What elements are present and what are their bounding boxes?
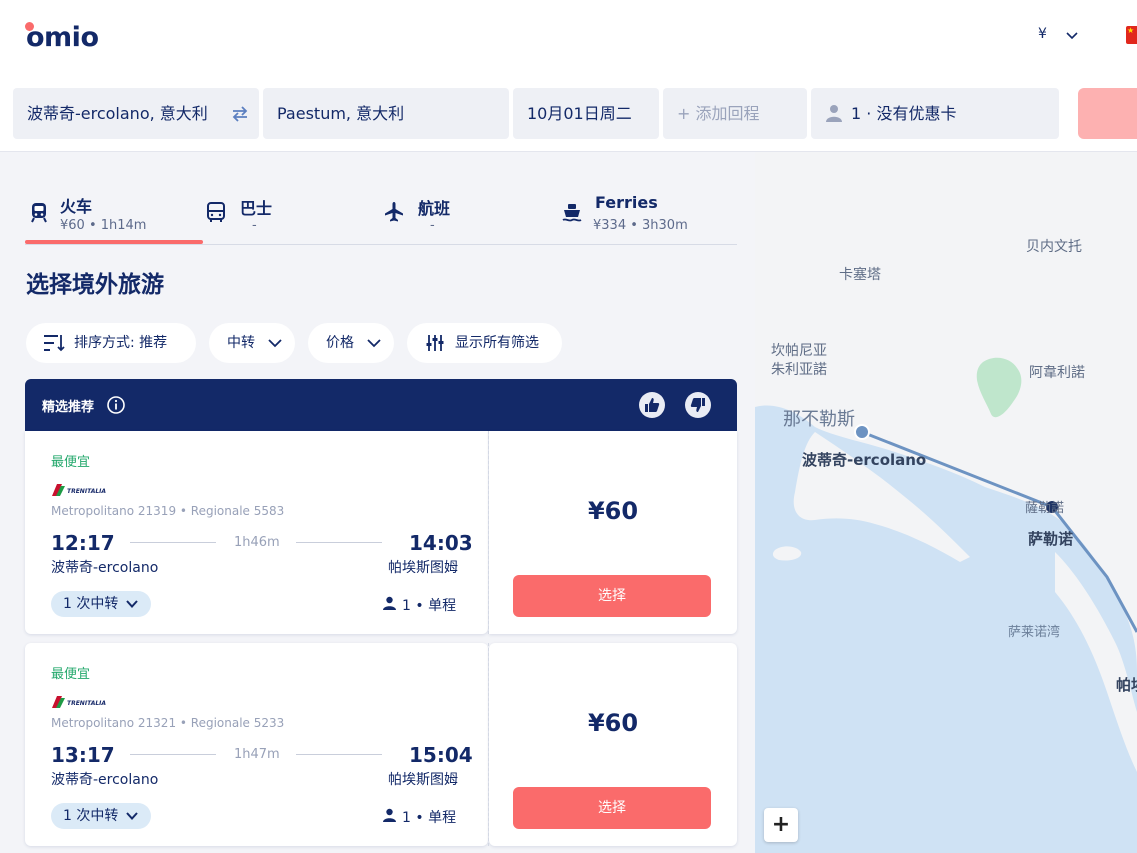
top-header: omio ¥: [0, 0, 1137, 76]
map-label-salerno: 萨勒诺: [1028, 530, 1074, 548]
cheapest-badge: 最便宜: [51, 667, 91, 682]
card-divider: [488, 643, 489, 846]
cheapest-badge: 最便宜: [51, 455, 91, 470]
arrival-station: 帕埃斯图姆: [388, 772, 458, 788]
chevron-down-icon: [268, 339, 282, 348]
service-numbers: Metropolitano 21319 • Regionale 5583: [51, 504, 285, 518]
search-button[interactable]: [1078, 88, 1137, 139]
thumbs-down-button[interactable]: [685, 392, 711, 418]
map-canvas: [755, 357, 1137, 853]
map-label-ercolano: 波蒂奇-ercolano: [802, 451, 927, 469]
passenger-trip-type: 1 • 单程: [402, 810, 457, 826]
currency-selector[interactable]: ¥: [1038, 26, 1047, 42]
trenitalia-logo: TRENITALIA: [52, 484, 106, 496]
filter-sliders-icon: [426, 335, 444, 351]
date-field[interactable]: 10月01日周二: [513, 88, 659, 139]
price-filter-label: 价格: [326, 335, 354, 351]
departure-station: 波蒂奇-ercolano: [51, 560, 159, 576]
transfers-toggle[interactable]: 1 次中转: [51, 803, 151, 829]
select-button[interactable]: 选择: [513, 575, 711, 617]
map-label-paestum: 帕埃: [1116, 676, 1137, 694]
arrival-time: 14:03: [409, 531, 473, 555]
tab-label: 巴士: [240, 199, 273, 218]
transfers-filter-label: 中转: [227, 335, 255, 351]
tabs-divider: [25, 244, 737, 245]
ticket-price: ¥60: [587, 709, 639, 737]
map-zoom-in-button[interactable]: +: [764, 808, 798, 842]
passenger-trip-type: 1 • 单程: [402, 598, 457, 614]
transfers-count: 1 次中转: [63, 596, 119, 612]
map-label-naples: 那不勒斯: [783, 409, 855, 430]
duration-line: [296, 754, 382, 755]
sort-button[interactable]: 排序方式: 推荐: [26, 323, 196, 363]
tab-subtext: -: [252, 218, 257, 233]
svg-text:TRENITALIA: TRENITALIA: [67, 700, 106, 707]
thumbs-up-icon: [645, 398, 660, 412]
chevron-down-icon: [126, 600, 138, 608]
chevron-down-icon: [126, 812, 138, 820]
featured-label: 精选推荐: [42, 400, 95, 415]
ferry-icon: [562, 204, 582, 222]
thumbs-up-button[interactable]: [639, 392, 665, 418]
map-label-avellino: 阿韋利諾: [1029, 365, 1085, 381]
card-divider: [488, 431, 489, 634]
swap-icon[interactable]: [229, 103, 251, 125]
departure-time: 13:17: [51, 743, 115, 767]
departure-time: 12:17: [51, 531, 115, 555]
map-label-campania: 坎帕尼亚 朱利亚諾: [771, 343, 827, 378]
route-map[interactable]: 贝内文托 卡塞塔 坎帕尼亚 朱利亚諾 阿韋利諾 那不勒斯 波蒂奇-ercolan…: [755, 152, 1137, 853]
duration-line: [296, 542, 382, 543]
map-label-gulf-of-salerno: 萨莱诺湾: [1008, 625, 1061, 640]
tab-label: 航班: [418, 199, 451, 218]
map-label-benevento: 贝内文托: [1026, 239, 1082, 255]
page-title: 选择境外旅游: [26, 272, 164, 298]
map-label-caserta: 卡塞塔: [839, 267, 881, 283]
svg-text:TRENITALIA: TRENITALIA: [67, 488, 106, 495]
tab-subtext: -: [430, 218, 435, 233]
ticket-price: ¥60: [587, 497, 639, 525]
select-button[interactable]: 选择: [513, 787, 711, 829]
passengers-field[interactable]: 1 · 没有优惠卡: [811, 88, 1059, 139]
return-date-field[interactable]: + 添加回程: [663, 88, 807, 139]
china-flag-icon[interactable]: [1126, 26, 1137, 44]
plane-icon: [385, 202, 403, 222]
tab-label: 火车: [60, 197, 93, 216]
transfers-count: 1 次中转: [63, 808, 119, 824]
trenitalia-logo: TRENITALIA: [52, 696, 106, 708]
bus-icon: [207, 202, 225, 222]
transfers-toggle[interactable]: 1 次中转: [51, 591, 151, 617]
sort-icon: [44, 335, 65, 352]
featured-header: [25, 379, 737, 431]
person-icon: [383, 808, 396, 822]
tab-subtext: ¥334 • 3h30m: [593, 218, 688, 233]
arrival-time: 15:04: [409, 743, 473, 767]
sort-label: 排序方式: 推荐: [74, 335, 168, 351]
active-tab-indicator: [25, 240, 203, 244]
duration-line: [130, 542, 216, 543]
chevron-down-icon: [367, 339, 381, 348]
search-bar: 波蒂奇-ercolano, 意大利 Paestum, 意大利 10月01日周二 …: [0, 76, 1137, 152]
all-filters-label: 显示所有筛选: [455, 335, 539, 351]
map-label-salerno-small: 薩勒諾: [1025, 501, 1065, 516]
price-filter[interactable]: 价格: [308, 323, 394, 363]
origin-field[interactable]: 波蒂奇-ercolano, 意大利: [13, 88, 259, 139]
journey-duration: 1h47m: [234, 747, 280, 762]
tab-label: Ferries: [595, 193, 658, 212]
departure-station: 波蒂奇-ercolano: [51, 772, 159, 788]
service-numbers: Metropolitano 21321 • Regionale 5233: [51, 716, 285, 730]
train-icon: [31, 203, 47, 223]
person-icon: [383, 596, 396, 610]
thumbs-down-icon: [690, 398, 705, 412]
info-icon[interactable]: [106, 395, 126, 415]
chevron-down-icon[interactable]: [1064, 27, 1080, 43]
journey-duration: 1h46m: [234, 535, 280, 550]
destination-field[interactable]: Paestum, 意大利: [263, 88, 509, 139]
tab-subtext: ¥60 • 1h14m: [60, 218, 147, 233]
transfers-filter[interactable]: 中转: [209, 323, 295, 363]
person-icon: [826, 105, 842, 122]
omio-logo[interactable]: omio: [26, 22, 99, 53]
all-filters-button[interactable]: 显示所有筛选: [407, 323, 562, 363]
arrival-station: 帕埃斯图姆: [388, 560, 458, 576]
duration-line: [130, 754, 216, 755]
